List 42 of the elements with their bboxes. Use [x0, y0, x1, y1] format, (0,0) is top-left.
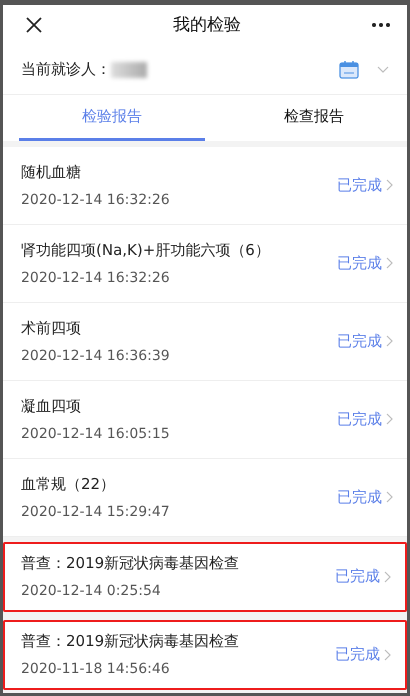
report-row[interactable]: 随机血糖 2020-12-14 16:32:26 已完成	[3, 146, 407, 225]
report-row[interactable]: 凝血四项 2020-12-14 16:05:15 已完成	[3, 380, 407, 459]
report-row[interactable]: 血常规（22） 2020-12-14 15:29:47 已完成	[3, 458, 407, 537]
highlighted-report-row[interactable]: 普查：2019新冠状病毒基因检查 2020-11-18 14:56:46 已完成	[3, 620, 407, 690]
chevron-right-icon	[386, 413, 393, 426]
chevron-right-icon	[386, 491, 393, 504]
report-time: 2020-12-14 15:29:47	[21, 504, 171, 520]
status-link[interactable]: 已完成	[337, 332, 393, 351]
report-name: 血常规（22）	[21, 474, 116, 494]
report-time: 2020-12-14 16:05:15	[21, 426, 171, 442]
status-link[interactable]: 已完成	[335, 645, 391, 664]
status-link[interactable]: 已完成	[337, 254, 393, 273]
chevron-right-icon	[386, 179, 393, 192]
chevron-right-icon	[386, 257, 393, 270]
tab[interactable]: 检查报告	[221, 95, 407, 141]
report-time: 2020-12-14 16:32:26	[21, 270, 171, 286]
report-time: 2020-12-14 16:32:26	[21, 192, 171, 208]
more-menu-button[interactable]	[371, 22, 391, 28]
chevron-right-icon	[386, 335, 393, 348]
calendar-icon[interactable]	[339, 60, 359, 80]
report-name: 随机血糖	[21, 162, 82, 182]
close-button[interactable]	[25, 16, 43, 34]
page-title: 我的检验	[173, 14, 241, 36]
status-link[interactable]: 已完成	[337, 488, 393, 507]
report-row[interactable]: 肾功能四项(Na,K)+肝功能六项（6） 2020-12-14 16:32:26 已完成	[3, 224, 407, 303]
patient-label: 当前就诊人：	[21, 60, 111, 80]
report-time: 2020-11-18 14:56:46	[21, 661, 171, 678]
report-row[interactable]: 术前四项 2020-12-14 16:36:39 已完成	[3, 302, 407, 381]
report-time: 2020-12-14 16:36:39	[21, 348, 171, 364]
report-name: 普查：2019新冠状病毒基因检查	[21, 554, 240, 574]
chevron-right-icon	[384, 648, 391, 661]
report-name: 凝血四项	[21, 396, 82, 416]
status-link[interactable]: 已完成	[337, 410, 393, 429]
status-link[interactable]: 已完成	[335, 567, 391, 586]
report-name: 普查：2019新冠状病毒基因检查	[21, 632, 240, 652]
redacted-name	[111, 62, 147, 78]
report-name: 术前四项	[21, 318, 82, 338]
report-time: 2020-12-14 0:25:54	[21, 583, 162, 600]
chevron-right-icon	[384, 570, 391, 583]
report-name: 肾功能四项(Na,K)+肝功能六项（6）	[21, 240, 271, 260]
highlighted-report-row[interactable]: 普查：2019新冠状病毒基因检查 2020-12-14 0:25:54 已完成	[3, 542, 407, 612]
status-link[interactable]: 已完成	[337, 176, 393, 195]
